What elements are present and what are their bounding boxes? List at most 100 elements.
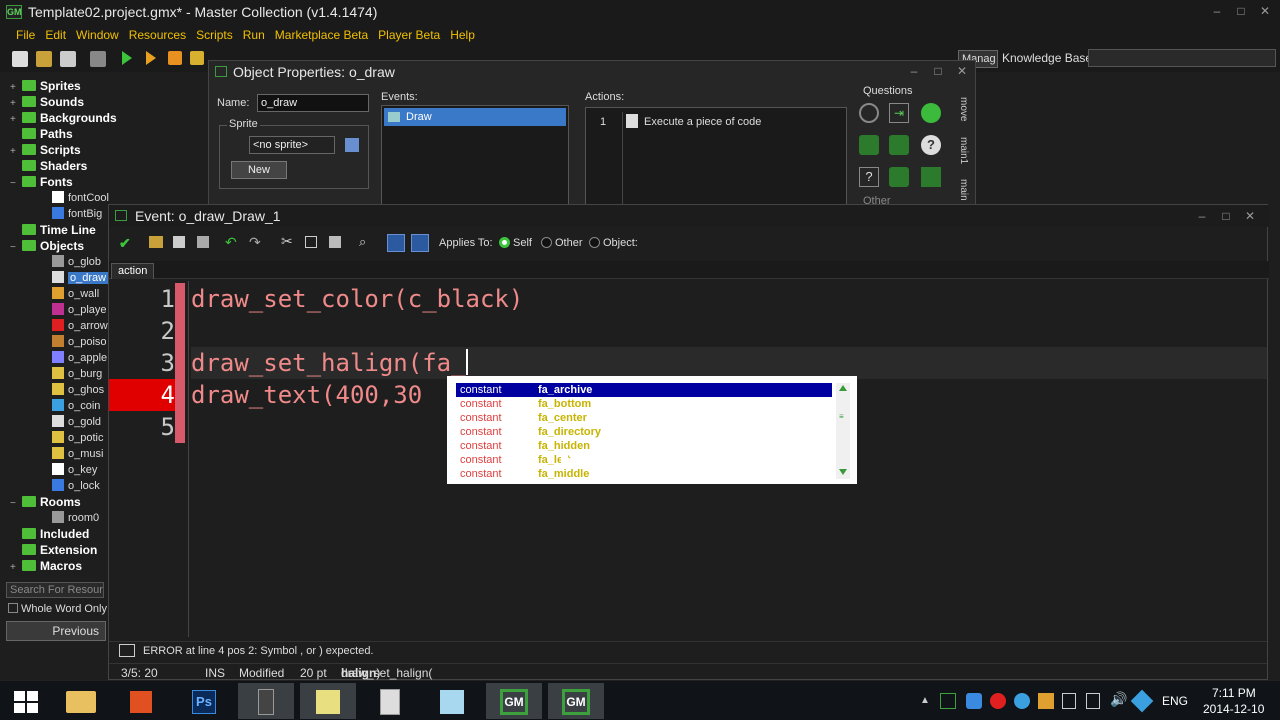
tree-item-o-draw[interactable]: o_draw (52, 270, 109, 286)
taskbar-gamemaker-2[interactable]: GM (548, 683, 604, 719)
knowledge-base-input[interactable] (1088, 49, 1276, 67)
tree-item-o-potic[interactable]: o_potic (52, 430, 103, 446)
tree-item-shaders[interactable]: Shaders (10, 158, 87, 174)
whole-word-checkbox[interactable]: Whole Word Only (8, 603, 107, 615)
radio-self[interactable] (499, 237, 510, 248)
code-line[interactable]: draw_text(400,30 (191, 379, 422, 411)
check-question-icon[interactable]: ? (921, 135, 941, 155)
menu-run[interactable]: Run (243, 24, 265, 46)
menu-resources[interactable]: Resources (129, 24, 186, 46)
close-icon[interactable]: ✕ (1239, 208, 1261, 224)
tray-expand-icon[interactable]: ▲ (920, 695, 930, 706)
code-line[interactable]: draw_set_halign(fa_ (191, 347, 1267, 379)
sprite-menu-icon[interactable] (345, 138, 359, 152)
check-object-icon[interactable] (921, 103, 941, 123)
tray-volume-icon[interactable]: 🔊 (1110, 691, 1127, 708)
check-mouse-icon[interactable] (889, 167, 909, 187)
tray-battery-icon[interactable] (1062, 693, 1076, 709)
tree-item-o-gold[interactable]: o_gold (52, 414, 101, 430)
tray-update-icon[interactable] (1014, 693, 1030, 709)
menu-window[interactable]: Window (76, 24, 119, 46)
redo-icon[interactable]: ↷ (249, 234, 261, 251)
menu-marketplace[interactable]: Marketplace Beta (275, 24, 368, 46)
stop-icon[interactable] (168, 51, 182, 65)
resource-search-input[interactable]: Search For Resource (6, 582, 104, 598)
open-folder-icon[interactable] (36, 51, 52, 67)
menu-help[interactable]: Help (450, 24, 475, 46)
autocomplete-item[interactable]: constant fa_middle (456, 467, 832, 481)
autocomplete-item[interactable]: constant fa_left (456, 453, 832, 467)
tab-action[interactable]: action (111, 263, 155, 279)
taskbar-sticky-notes[interactable] (300, 683, 356, 719)
taskbar-calculator[interactable] (362, 683, 418, 719)
maximize-icon[interactable]: □ (927, 63, 949, 79)
check-empty-icon[interactable] (859, 103, 879, 123)
maximize-icon[interactable]: □ (1230, 3, 1252, 19)
menu-edit[interactable]: Edit (45, 24, 66, 46)
taskbar-apps[interactable] (114, 683, 170, 719)
tree-item-o-wall[interactable]: o_wall (52, 286, 99, 302)
tray-dropbox-icon[interactable] (966, 693, 982, 709)
tree-item-o-musi[interactable]: o_musi (52, 446, 103, 462)
tree-item-fontbig[interactable]: fontBig (52, 206, 102, 222)
maximize-icon[interactable]: □ (1215, 208, 1237, 224)
tree-item-o-apple[interactable]: o_apple (52, 350, 107, 366)
autocomplete-item[interactable]: constant fa_archive (456, 383, 832, 397)
tree-item-rooms[interactable]: − Rooms (10, 494, 81, 510)
object-name-input[interactable]: o_draw (257, 94, 369, 112)
expander-icon[interactable]: − (10, 240, 22, 256)
grid-view-icon[interactable] (387, 234, 405, 252)
tree-item-included[interactable]: Included (10, 526, 89, 542)
export-icon[interactable] (90, 51, 106, 67)
tree-item-o-key[interactable]: o_key (52, 462, 97, 478)
menu-file[interactable]: File (16, 24, 35, 46)
radio-other[interactable] (541, 237, 552, 248)
taskbar-camtasia[interactable] (238, 683, 294, 719)
tray-gamemaker-icon[interactable] (940, 693, 956, 709)
autocomplete-scrollbar[interactable]: ≡ (836, 383, 850, 479)
radio-object[interactable] (589, 237, 600, 248)
tree-item-paths[interactable]: Paths (10, 126, 73, 142)
print-icon[interactable] (197, 236, 209, 248)
tray-network-icon[interactable] (1086, 693, 1100, 709)
tree-item-o-ghos[interactable]: o_ghos (52, 382, 104, 398)
tree-item-time-line[interactable]: Time Line (10, 222, 96, 238)
new-file-icon[interactable] (12, 51, 28, 67)
ok-check-icon[interactable]: ✔ (119, 235, 131, 252)
tree-item-room0[interactable]: room0 (52, 510, 99, 526)
tab-main1[interactable]: main1 (955, 133, 969, 169)
copy-icon[interactable] (305, 236, 317, 248)
save-icon[interactable] (173, 236, 185, 248)
tree-item-scripts[interactable]: + Scripts (10, 142, 81, 158)
start-button[interactable] (0, 683, 56, 719)
autocomplete-item[interactable]: constant fa_center (456, 411, 832, 425)
tree-item-o-lock[interactable]: o_lock (52, 478, 100, 494)
language-indicator[interactable]: ENG (1162, 694, 1188, 708)
clock-time[interactable]: 7:11 PM (1212, 686, 1256, 700)
tree-item-o-burg[interactable]: o_burg (52, 366, 102, 382)
cut-icon[interactable]: ✂ (281, 233, 293, 250)
sprite-select[interactable]: <no sprite> (249, 136, 335, 154)
tree-item-o-glob[interactable]: o_glob (52, 254, 101, 270)
tree-item-o-playe[interactable]: o_playe (52, 302, 107, 318)
check-grid-icon[interactable] (921, 167, 941, 187)
run-icon[interactable] (122, 51, 132, 65)
tree-item-extension[interactable]: Extension (10, 542, 97, 558)
tree-item-o-arrow[interactable]: o_arrow (52, 318, 108, 334)
expander-icon[interactable]: + (10, 560, 22, 576)
tree-item-fonts[interactable]: − Fonts (10, 174, 73, 190)
action-execute-code[interactable]: Execute a piece of code (644, 116, 761, 128)
taskbar-gamemaker-1[interactable]: GM (486, 683, 542, 719)
checkbox-box[interactable] (8, 603, 18, 613)
code-view-icon[interactable] (411, 234, 429, 252)
tree-item-o-poiso[interactable]: o_poiso (52, 334, 107, 350)
tree-item-objects[interactable]: − Objects (10, 238, 84, 254)
test-chance-icon[interactable] (889, 135, 909, 155)
test-instance-count-icon[interactable] (859, 135, 879, 155)
taskbar-photoshop[interactable]: Ps (176, 683, 232, 719)
autocomplete-item[interactable]: constant fa_hidden (456, 439, 832, 453)
tab-move[interactable]: move (955, 91, 969, 127)
tree-item-macros[interactable]: + Macros (10, 558, 82, 574)
tree-item-o-coin[interactable]: o_coin (52, 398, 100, 414)
check-collision-icon[interactable]: ⇥ (889, 103, 909, 123)
